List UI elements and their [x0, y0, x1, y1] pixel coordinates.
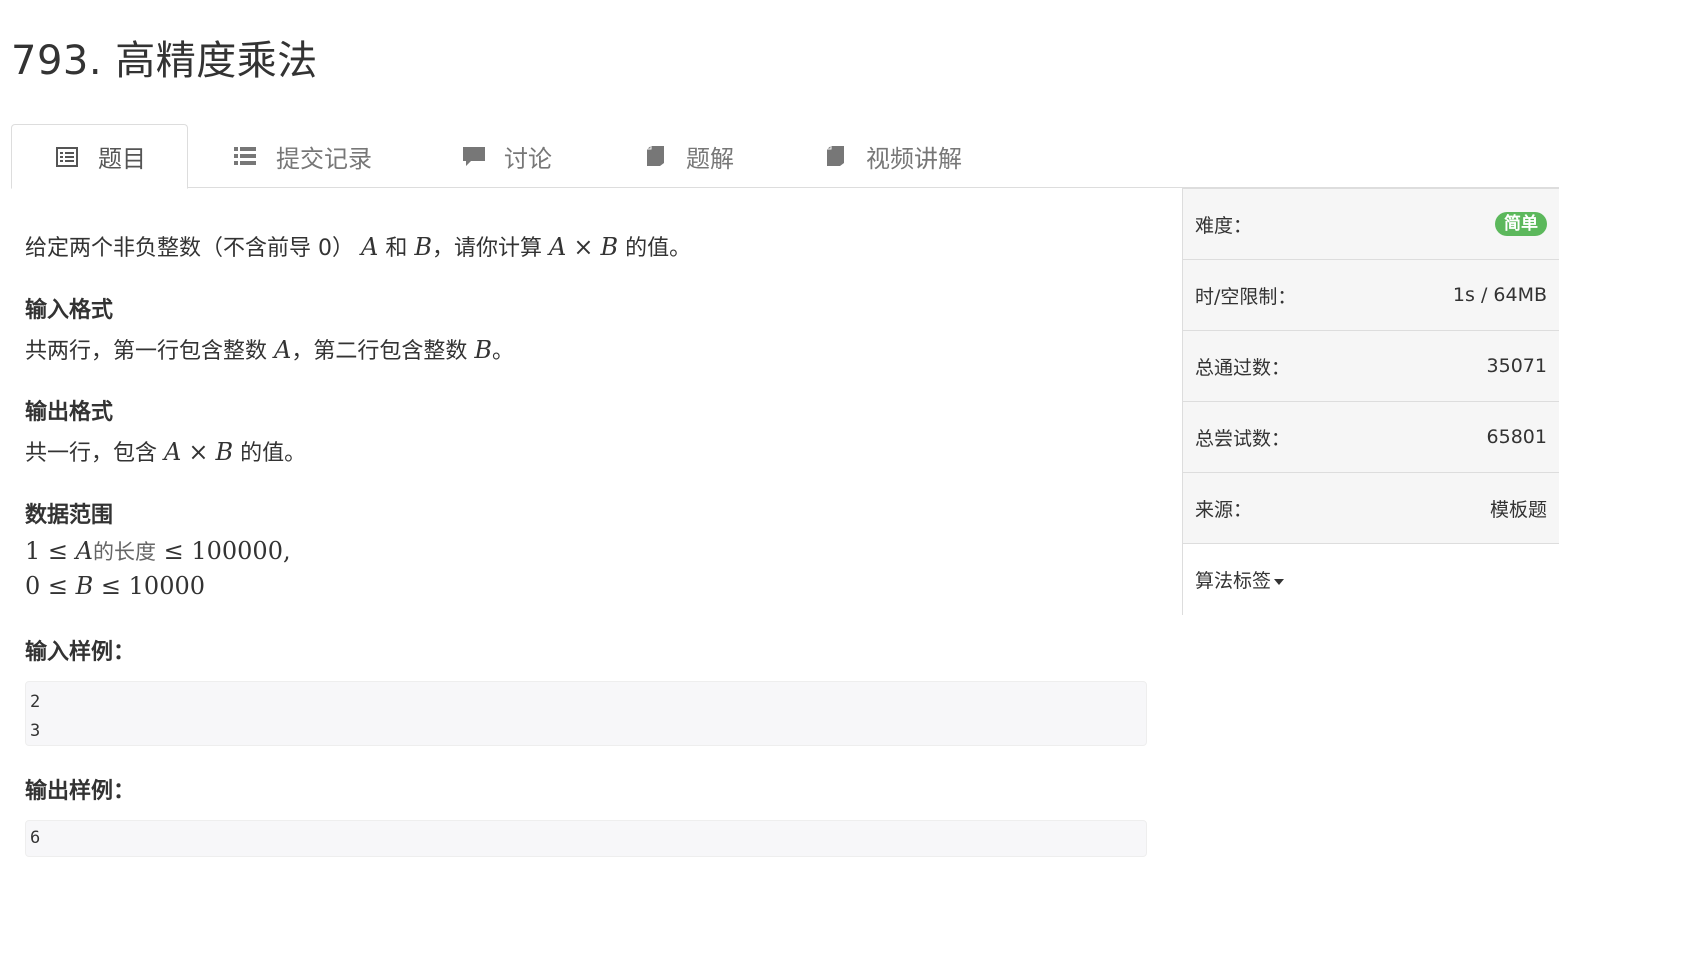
tab-discussion[interactable]: 讨论	[461, 124, 552, 188]
page-title: 793. 高精度乘法	[11, 38, 318, 84]
desc-text: 的值。	[240, 441, 307, 466]
caret-down-icon	[1274, 578, 1285, 585]
tab-label: 提交记录	[276, 144, 372, 173]
tried-row: 总尝试数： 65801	[1183, 402, 1559, 473]
problem-tabs: 题目 提交记录 讨论 题解 视频讲解	[11, 124, 1559, 189]
limit-row: 时/空限制： 1s / 64MB	[1183, 260, 1559, 331]
math-var: A	[361, 233, 379, 261]
tab-label: 讨论	[504, 144, 552, 173]
problem-info-panel: 难度： 简单 时/空限制： 1s / 64MB 总通过数： 35071 总尝试数…	[1182, 188, 1559, 615]
math-text: ≤ 10000	[93, 572, 205, 600]
tab-problem[interactable]: 题目	[11, 124, 188, 189]
data-range-line-1: 1 ≤ A的长度 ≤ 100000,	[25, 536, 291, 566]
desc-text: ，第二行包含整数	[291, 339, 468, 364]
math-text: 1 ≤	[25, 537, 76, 565]
tab-label: 题目	[98, 145, 146, 173]
math-text: 0 ≤	[25, 572, 76, 600]
math-var: B	[75, 572, 94, 600]
math-var: B	[600, 233, 619, 261]
sample-output-heading: 输出样例：	[25, 779, 136, 804]
tab-video[interactable]: 视频讲解	[823, 124, 962, 188]
desc-text: ，请你计算	[432, 236, 543, 261]
book-icon	[823, 144, 847, 168]
tried-label: 总尝试数：	[1195, 427, 1291, 450]
code-line: 2	[30, 692, 41, 712]
tab-submissions[interactable]: 提交记录	[233, 124, 372, 188]
book-icon	[643, 144, 667, 168]
math-var: A	[549, 233, 567, 261]
math-var: A	[274, 336, 292, 364]
desc-text: 共两行，第一行包含整数	[25, 339, 268, 364]
comment-icon	[461, 144, 485, 168]
algorithm-tags-dropdown[interactable]: 算法标签	[1195, 566, 1285, 593]
difficulty-badge: 简单	[1495, 212, 1547, 236]
math-var: A	[164, 438, 182, 466]
math-var: B	[215, 438, 234, 466]
input-format-text: 共两行，第一行包含整数 A，第二行包含整数 B。	[25, 333, 514, 365]
list-alt-icon	[55, 145, 79, 169]
math-op: ×	[188, 438, 209, 466]
passed-row: 总通过数： 35071	[1183, 331, 1559, 402]
data-range-line-2: 0 ≤ B ≤ 10000	[25, 572, 205, 600]
desc-text: 的值。	[625, 236, 692, 261]
code-line: 6	[30, 828, 41, 848]
math-var: A	[75, 537, 93, 565]
tab-label: 题解	[686, 144, 734, 173]
difficulty-label: 难度：	[1195, 214, 1253, 237]
input-format-heading: 输入格式	[25, 298, 114, 323]
limit-value: 1s / 64MB	[1452, 284, 1547, 306]
desc-text: 和	[385, 236, 408, 261]
passed-value: 35071	[1486, 355, 1547, 377]
math-text: ≤ 100000,	[155, 537, 291, 565]
desc-text: 给定两个非负整数（不含前导 0）	[25, 236, 354, 261]
sample-output-block[interactable]: 6	[25, 820, 1147, 857]
math-op: ×	[573, 233, 594, 261]
tab-label: 视频讲解	[866, 144, 962, 173]
math-var: B	[474, 336, 493, 364]
data-range-heading: 数据范围	[25, 503, 114, 528]
math-text: 的长度	[92, 540, 156, 564]
math-var: B	[414, 233, 432, 261]
algorithm-tags-toggle[interactable]: 算法标签	[1183, 544, 1559, 615]
algorithm-tags-label: 算法标签	[1195, 570, 1272, 592]
list-icon	[233, 144, 257, 168]
output-format-heading: 输出格式	[25, 400, 114, 425]
source-label: 来源：	[1195, 498, 1253, 521]
passed-label: 总通过数：	[1195, 356, 1291, 379]
problem-description: 给定两个非负整数（不含前导 0） A 和 B，请你计算 A × B 的值。	[25, 230, 691, 262]
output-format-text: 共一行，包含 A × B 的值。	[25, 435, 306, 467]
sample-input-heading: 输入样例：	[25, 640, 136, 665]
code-line: 3	[30, 721, 41, 741]
source-value[interactable]: 模板题	[1490, 495, 1547, 522]
tab-solutions[interactable]: 题解	[643, 124, 734, 188]
sample-input-block[interactable]: 2 3	[25, 681, 1147, 746]
source-row: 来源： 模板题	[1183, 473, 1559, 544]
limit-label: 时/空限制：	[1195, 285, 1297, 308]
desc-text: 共一行，包含	[25, 441, 158, 466]
difficulty-row: 难度： 简单	[1183, 188, 1559, 260]
desc-text: 。	[492, 339, 515, 364]
tried-value: 65801	[1486, 426, 1547, 448]
